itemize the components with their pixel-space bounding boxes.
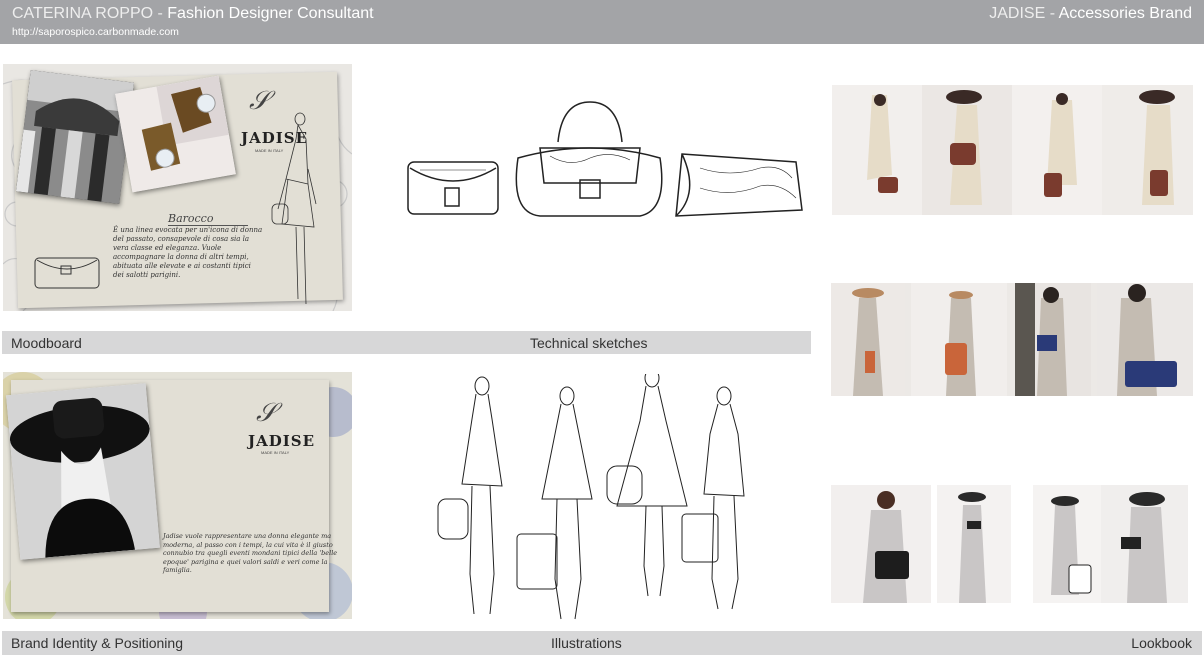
illustration-figure-1 xyxy=(437,376,503,615)
brand-identity-label: Brand Identity & Positioning xyxy=(11,635,183,651)
title-separator: - xyxy=(153,5,168,22)
designer-title: CATERINA ROPPO - Fashion Designer Consul… xyxy=(12,5,374,23)
moodboard-image: 𝒮 JADISE MADE IN ITALY Barocco È una lin… xyxy=(3,64,352,311)
foldover-bag-technical-sketch xyxy=(675,153,803,217)
brand-logo-tag: MADE IN ITALY xyxy=(261,450,290,455)
brand-identity-image: 𝒮 JADISE MADE IN ITALY Jadise vuole rapp… xyxy=(3,372,352,619)
lookbook-photo-row-3 xyxy=(831,485,1188,603)
designer-name: CATERINA ROPPO xyxy=(12,5,154,22)
brand-logo: JADISE xyxy=(248,432,316,450)
brand-description: Jadise vuole rappresentare una donna ele… xyxy=(163,532,338,574)
brand-title: JADISE - Accessories Brand xyxy=(989,5,1192,23)
architecture-photo xyxy=(15,70,135,204)
designer-role: Fashion Designer Consultant xyxy=(167,5,374,22)
illustration-figure-4 xyxy=(681,386,745,610)
hat-portrait-photo xyxy=(6,383,160,560)
illustration-figure-2 xyxy=(516,386,593,620)
jewelry-photo xyxy=(115,75,236,193)
clutch-technical-sketch xyxy=(407,161,499,215)
technical-sketches-image xyxy=(407,101,803,217)
lookbook-photo-row-1 xyxy=(832,85,1193,215)
section-bar-bottom: Brand Identity & Positioning Illustratio… xyxy=(2,631,1202,655)
collection-title: Barocco xyxy=(168,212,248,226)
illustrations-label: Illustrations xyxy=(551,635,622,651)
handbag-technical-sketch xyxy=(515,101,663,217)
brand-type: Accessories Brand xyxy=(1058,5,1192,22)
illustration-figure-3 xyxy=(606,374,688,597)
fashion-figure-sketch xyxy=(271,112,317,305)
brand-separator: - xyxy=(1045,5,1059,22)
technical-sketches-label: Technical sketches xyxy=(530,335,648,351)
portfolio-link[interactable]: http://saporospico.carbonmade.com xyxy=(12,26,179,38)
section-bar-top: Moodboard Technical sketches xyxy=(2,331,811,354)
collection-description: È una linea evocata per un'icona di donn… xyxy=(113,226,263,279)
signature-logo-mark: 𝒮 xyxy=(249,86,270,116)
moodboard-label: Moodboard xyxy=(11,335,82,351)
lookbook-photo-row-2 xyxy=(831,283,1193,396)
clutch-sketch xyxy=(34,257,100,289)
lookbook-label: Lookbook xyxy=(1131,635,1192,651)
brand-name: JADISE xyxy=(989,5,1046,22)
illustrations-image xyxy=(437,374,745,620)
brand-signature-logo-mark: 𝒮 xyxy=(256,398,277,428)
